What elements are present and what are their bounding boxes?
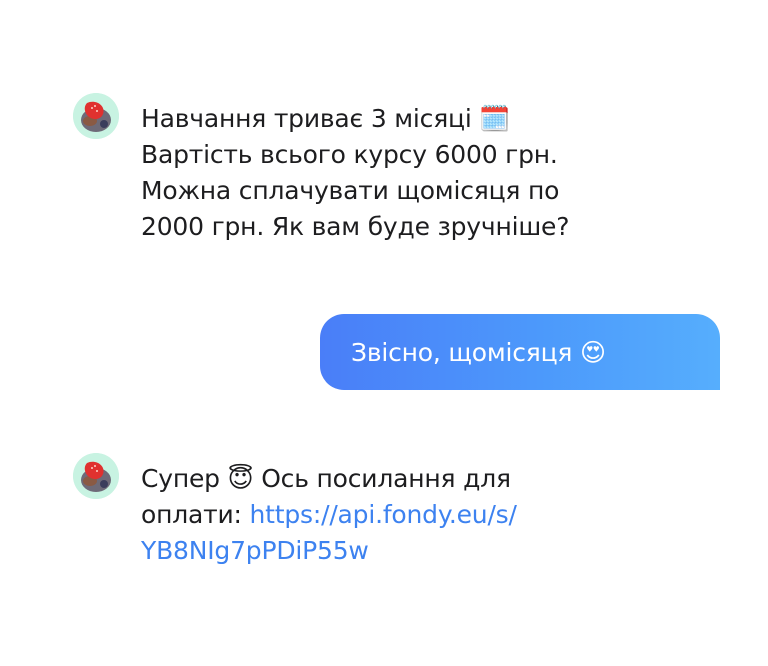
strawberry-cake-icon [73,453,119,499]
bot-avatar [73,453,119,499]
message-line: Супер 😇 Ось посилання для [141,464,511,493]
user-message-text: Звісно, щомісяця 😍 [351,337,606,367]
bot-message-2: Супер 😇 Ось посилання для оплати: https:… [141,461,517,569]
message-text: оплати: [141,500,250,529]
message-line: Вартість всього курсу 6000 грн. [141,140,558,169]
message-line: YB8NIg7pPDiP55w [141,533,517,569]
user-message-bubble: Звісно, щомісяця 😍 [320,314,720,390]
strawberry-cake-icon [73,93,119,139]
message-line: 2000 грн. Як вам буде зручніше? [141,212,570,241]
payment-link-continued[interactable]: YB8NIg7pPDiP55w [141,536,369,565]
bot-avatar [73,93,119,139]
message-line: Навчання триває 3 місяці 🗓️ [141,104,511,133]
bot-message-1: Навчання триває 3 місяці 🗓️ Вартість всь… [141,101,569,245]
message-line: оплати: https://api.fondy.eu/s/ [141,497,517,533]
payment-link[interactable]: https://api.fondy.eu/s/ [250,500,517,529]
message-line: Можна сплачувати щомісяця по [141,176,560,205]
